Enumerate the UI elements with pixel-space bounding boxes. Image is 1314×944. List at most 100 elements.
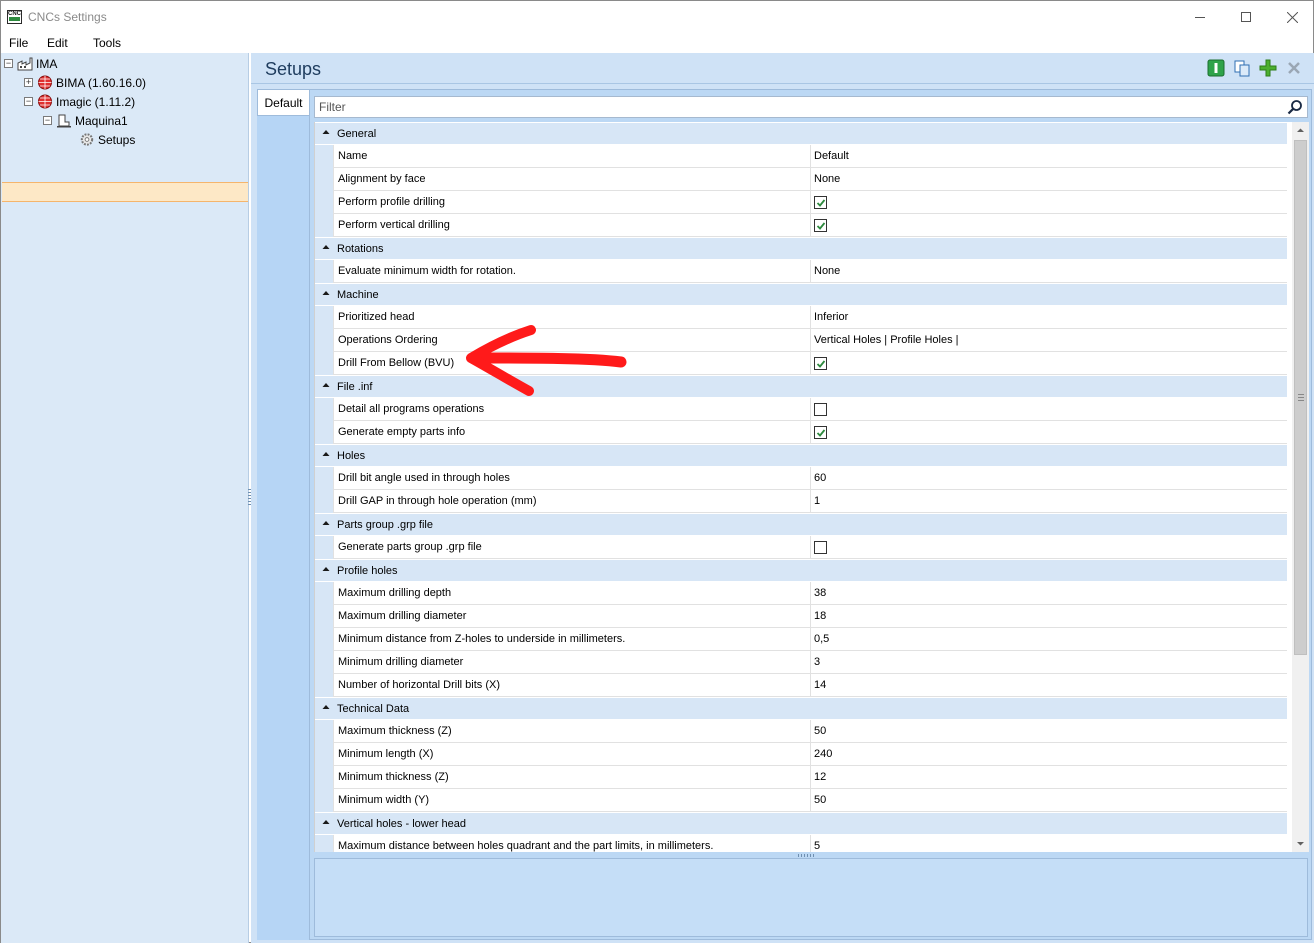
property-value[interactable]: 60 xyxy=(811,467,1287,490)
menu-edit[interactable]: Edit xyxy=(47,36,68,50)
property-value[interactable] xyxy=(811,214,1287,237)
property-checkbox[interactable] xyxy=(814,196,827,209)
search-icon[interactable] xyxy=(1287,99,1303,115)
tree-node-imagic[interactable]: − Imagic (1.11.2) xyxy=(24,92,135,111)
tree-node-bima[interactable]: + BIMA (1.60.16.0) xyxy=(24,73,146,92)
property-value[interactable]: Default xyxy=(811,145,1287,168)
category-row[interactable]: Vertical holes - lower head xyxy=(315,812,1287,834)
property-value[interactable]: None xyxy=(811,260,1287,283)
chevron-up-icon[interactable] xyxy=(321,702,331,712)
category-row[interactable]: Holes xyxy=(315,444,1287,466)
category-row[interactable]: Profile holes xyxy=(315,559,1287,581)
category-row[interactable]: Parts group .grp file xyxy=(315,513,1287,535)
property-value[interactable]: 14 xyxy=(811,674,1287,697)
scroll-up-icon[interactable] xyxy=(1296,126,1305,135)
minimize-button[interactable] xyxy=(1177,1,1223,33)
property-value[interactable]: Inferior xyxy=(811,306,1287,329)
property-value[interactable]: Vertical Holes | Profile Holes | xyxy=(811,329,1287,352)
property-row[interactable]: Minimum thickness (Z) 12 xyxy=(315,766,1287,789)
menu-file[interactable]: File xyxy=(9,36,28,50)
category-row[interactable]: Machine xyxy=(315,283,1287,305)
collapse-icon[interactable]: − xyxy=(43,116,52,125)
property-value[interactable] xyxy=(811,536,1287,559)
chevron-up-icon[interactable] xyxy=(321,817,331,827)
tab-default[interactable]: Default xyxy=(257,89,309,116)
property-value[interactable] xyxy=(811,421,1287,444)
maximize-button[interactable] xyxy=(1223,1,1269,33)
property-checkbox[interactable] xyxy=(814,426,827,439)
property-row[interactable]: Maximum thickness (Z) 50 xyxy=(315,720,1287,743)
property-value[interactable]: 12 xyxy=(811,766,1287,789)
property-row[interactable]: Perform profile drilling xyxy=(315,191,1287,214)
property-row[interactable]: Perform vertical drilling xyxy=(315,214,1287,237)
property-checkbox[interactable] xyxy=(814,403,827,416)
chevron-up-icon[interactable] xyxy=(321,288,331,298)
expand-icon[interactable]: + xyxy=(24,78,33,87)
chevron-up-icon[interactable] xyxy=(321,564,331,574)
property-value[interactable]: 50 xyxy=(811,720,1287,743)
category-row[interactable]: File .inf xyxy=(315,375,1287,397)
chevron-up-icon[interactable] xyxy=(321,242,331,252)
property-value[interactable]: 5 xyxy=(811,835,1287,852)
tree-node-ima[interactable]: − IMA xyxy=(4,54,57,73)
chevron-up-icon[interactable] xyxy=(321,127,331,137)
property-value[interactable]: None xyxy=(811,168,1287,191)
chevron-up-icon[interactable] xyxy=(321,449,331,459)
property-row[interactable]: Drill bit angle used in through holes 60 xyxy=(315,467,1287,490)
category-row[interactable]: Rotations xyxy=(315,237,1287,259)
property-row[interactable]: Operations Ordering Vertical Holes | Prof… xyxy=(315,329,1287,352)
row-gutter xyxy=(315,628,333,651)
add-button[interactable] xyxy=(1259,59,1277,77)
property-value[interactable]: 240 xyxy=(811,743,1287,766)
property-row[interactable]: Drill From Bellow (BVU) xyxy=(315,352,1287,375)
property-row[interactable]: Prioritized head Inferior xyxy=(315,306,1287,329)
scrollbar-thumb[interactable] xyxy=(1294,140,1307,655)
property-checkbox[interactable] xyxy=(814,541,827,554)
title-bar[interactable]: CNC CNCs Settings xyxy=(1,1,1313,33)
property-row[interactable]: Maximum drilling depth 38 xyxy=(315,582,1287,605)
property-value[interactable]: 0,5 xyxy=(811,628,1287,651)
property-row[interactable]: Maximum drilling diameter 18 xyxy=(315,605,1287,628)
property-checkbox[interactable] xyxy=(814,357,827,370)
property-row[interactable]: Detail all programs operations xyxy=(315,398,1287,421)
property-value[interactable]: 1 xyxy=(811,490,1287,513)
property-row[interactable]: Minimum distance from Z-holes to undersi… xyxy=(315,628,1287,651)
tree-node-setups[interactable]: Setups xyxy=(79,130,135,149)
property-row[interactable]: Generate parts group .grp file xyxy=(315,536,1287,559)
property-value[interactable]: 50 xyxy=(811,789,1287,812)
property-checkbox[interactable] xyxy=(814,219,827,232)
horizontal-splitter[interactable] xyxy=(798,854,816,857)
chevron-up-icon[interactable] xyxy=(321,380,331,390)
delete-button[interactable] xyxy=(1285,59,1303,77)
property-value[interactable]: 38 xyxy=(811,582,1287,605)
property-row[interactable]: Alignment by face None xyxy=(315,168,1287,191)
category-row[interactable]: Technical Data xyxy=(315,697,1287,719)
close-button[interactable] xyxy=(1269,1,1314,33)
property-row[interactable]: Maximum distance between holes quadrant … xyxy=(315,835,1287,852)
property-value[interactable] xyxy=(811,352,1287,375)
scroll-down-icon[interactable] xyxy=(1296,839,1305,848)
collapse-icon[interactable]: − xyxy=(4,59,13,68)
scroll-grip xyxy=(1298,394,1304,401)
property-row[interactable]: Minimum width (Y) 50 xyxy=(315,789,1287,812)
property-row[interactable]: Minimum length (X) 240 xyxy=(315,743,1287,766)
property-row[interactable]: Generate empty parts info xyxy=(315,421,1287,444)
menu-tools[interactable]: Tools xyxy=(93,36,121,50)
collapse-icon[interactable]: − xyxy=(24,97,33,106)
property-row[interactable]: Evaluate minimum width for rotation. None xyxy=(315,260,1287,283)
property-value[interactable] xyxy=(811,191,1287,214)
property-value[interactable]: 18 xyxy=(811,605,1287,628)
chevron-up-icon[interactable] xyxy=(321,518,331,528)
property-row[interactable]: Number of horizontal Drill bits (X) 14 xyxy=(315,674,1287,697)
vertical-scrollbar[interactable] xyxy=(1292,122,1309,852)
copy-button[interactable] xyxy=(1233,59,1251,77)
property-row[interactable]: Minimum drilling diameter 3 xyxy=(315,651,1287,674)
property-row[interactable]: Drill GAP in through hole operation (mm)… xyxy=(315,490,1287,513)
property-value[interactable]: 3 xyxy=(811,651,1287,674)
category-row[interactable]: General xyxy=(315,122,1287,144)
tree-node-maquina1[interactable]: − Maquina1 xyxy=(43,111,128,130)
filter-input[interactable] xyxy=(319,99,1269,115)
property-row[interactable]: Name Default xyxy=(315,145,1287,168)
property-value[interactable] xyxy=(811,398,1287,421)
info-button[interactable] xyxy=(1207,59,1225,77)
